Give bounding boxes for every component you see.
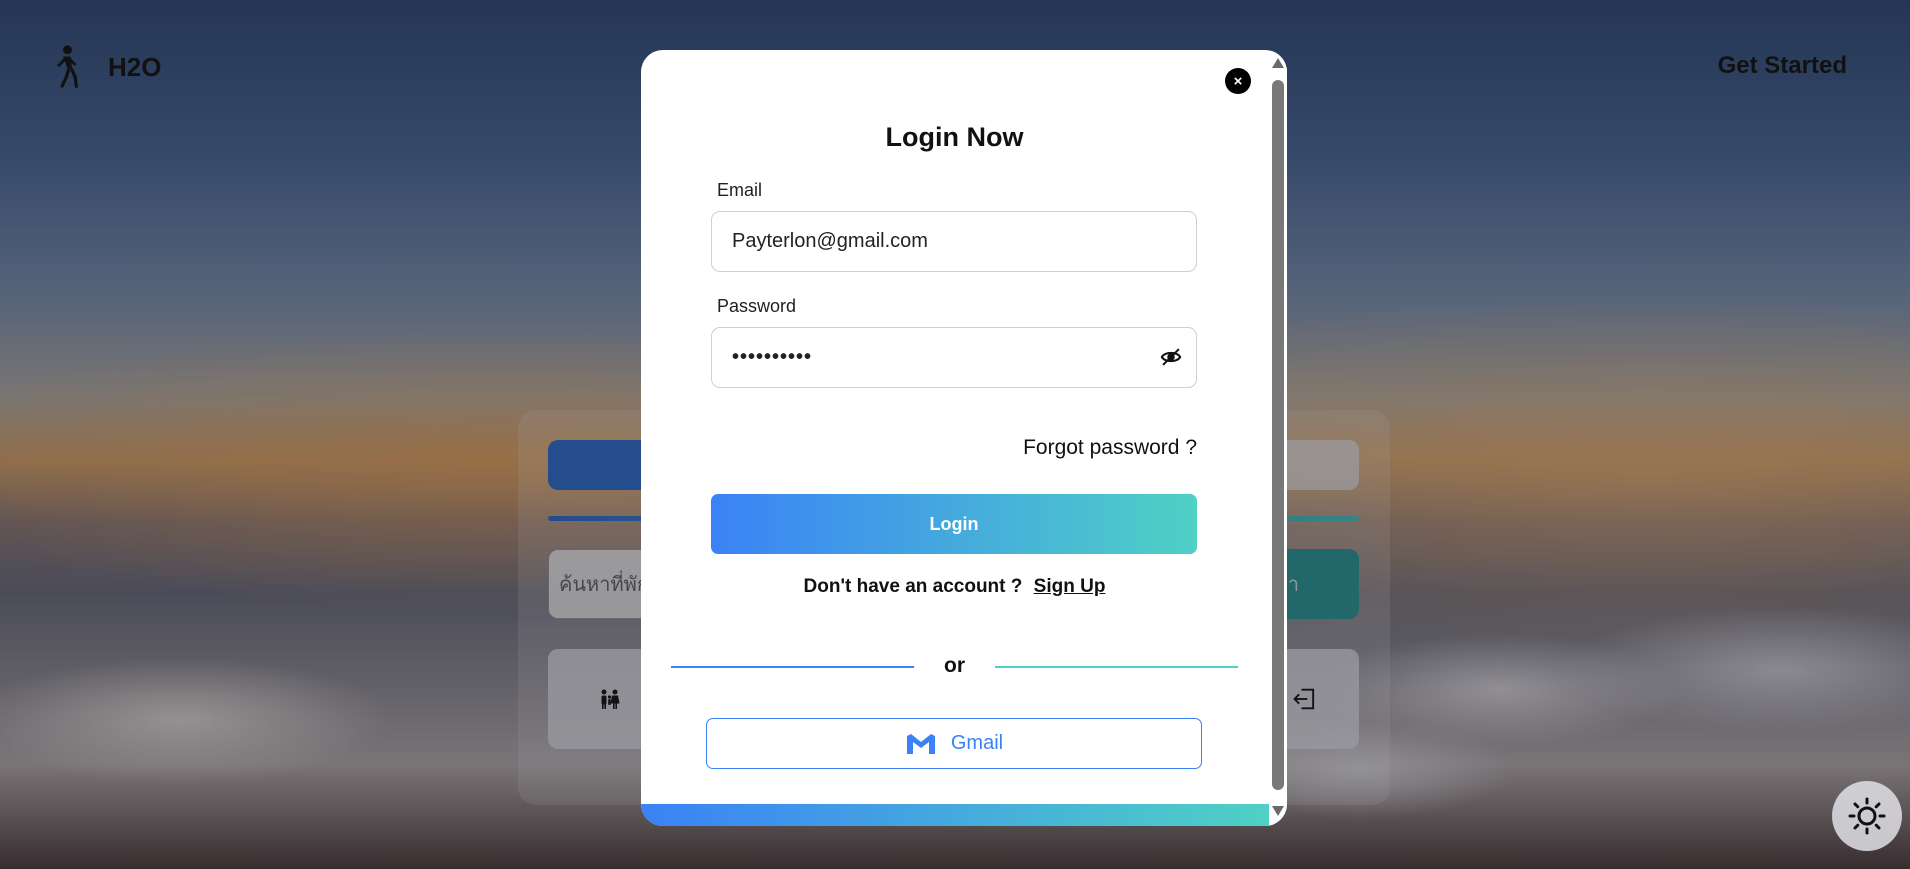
eye-slash-icon[interactable] — [1160, 346, 1182, 368]
divider-left — [671, 666, 914, 668]
modal-title: Login Now — [885, 122, 1024, 152]
gmail-icon — [906, 733, 935, 754]
close-icon: × — [1233, 72, 1243, 90]
email-value: Payterlon@gmail.com — [732, 230, 928, 252]
brand-logo[interactable]: H2O — [48, 44, 161, 90]
close-button[interactable]: × — [1225, 68, 1251, 94]
modal-scrollbar-thumb[interactable] — [1272, 80, 1284, 790]
walking-person-icon — [57, 45, 78, 88]
password-value: •••••••••• — [732, 346, 813, 368]
gmail-button-label: Gmail — [950, 732, 1004, 754]
forgot-password-link[interactable]: Forgot password ? — [1023, 436, 1197, 460]
signup-prompt: Don't have an account ? Sign Up — [641, 576, 1268, 598]
login-button[interactable]: Login — [711, 494, 1197, 554]
no-account-text: Don't have an account ? — [803, 576, 1023, 597]
password-label: Password — [717, 296, 797, 316]
theme-toggle-button[interactable] — [1832, 781, 1902, 851]
get-started-link[interactable]: Get Started — [1718, 52, 1847, 80]
scroll-down-arrow[interactable] — [1272, 806, 1284, 816]
password-field[interactable]: •••••••••• — [711, 327, 1197, 388]
email-label: Email — [717, 180, 763, 200]
divider-right — [995, 666, 1238, 668]
signup-link[interactable]: Sign Up — [1034, 576, 1106, 597]
gmail-login-button[interactable]: Gmail — [706, 718, 1202, 769]
scroll-up-arrow[interactable] — [1272, 58, 1284, 68]
divider-or-text: or — [944, 654, 965, 677]
modal-bottom-accent-bar — [641, 804, 1269, 826]
login-modal: × Login Now Email Payterlon@gmail.com Pa… — [641, 50, 1287, 826]
sun-icon — [1848, 797, 1886, 835]
brand-name: H2O — [108, 51, 162, 82]
email-field[interactable]: Payterlon@gmail.com — [711, 211, 1197, 272]
